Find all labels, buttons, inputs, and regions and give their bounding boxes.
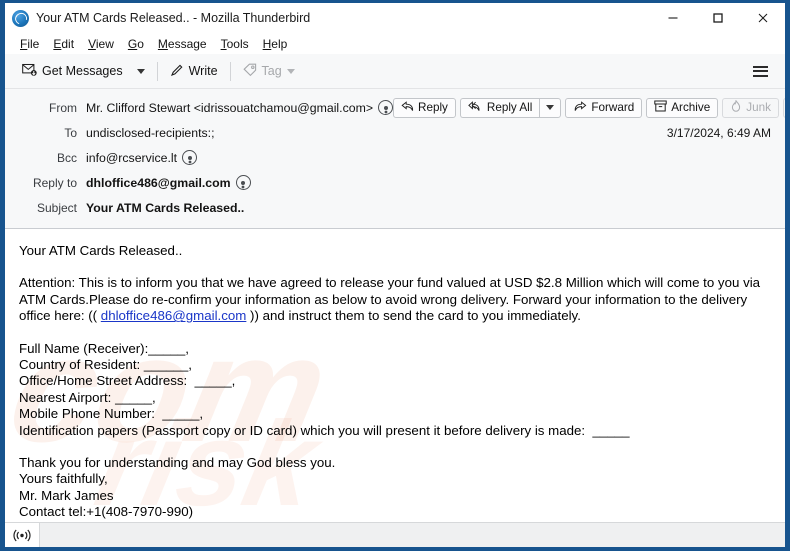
message-body: Your ATM Cards Released.. Attention: Thi… bbox=[5, 229, 785, 544]
menu-help[interactable]: Help bbox=[256, 35, 295, 53]
forward-label: Forward bbox=[591, 101, 635, 114]
inbox-download-icon bbox=[22, 63, 37, 80]
bcc-address: info@rcservice.lt bbox=[86, 150, 178, 165]
body-spacer-1 bbox=[19, 259, 771, 275]
reply-all-arrow-icon bbox=[468, 100, 483, 115]
reply-all-split-button: Reply All bbox=[459, 97, 562, 118]
get-messages-label: Get Messages bbox=[42, 64, 123, 78]
get-messages-dropdown[interactable] bbox=[130, 65, 152, 78]
status-bar bbox=[5, 522, 785, 547]
menu-message[interactable]: Message bbox=[151, 35, 214, 53]
header-row-reply-to: Reply to dhloffice486@gmail.com bbox=[5, 170, 785, 195]
body-paragraph-1-text-b: )) and instruct them to send the card to… bbox=[246, 308, 581, 324]
archive-label: Archive bbox=[671, 101, 711, 114]
header-row-subject: Subject Your ATM Cards Released.. bbox=[5, 195, 785, 220]
closing-line-2: Yours faithfully, bbox=[19, 471, 108, 487]
window-title: Your ATM Cards Released.. - Mozilla Thun… bbox=[36, 11, 311, 25]
broadcast-signal-icon[interactable] bbox=[5, 523, 40, 547]
main-toolbar: Get Messages Write Tag bbox=[5, 54, 785, 89]
message-header: From Mr. Clifford Stewart <idrissouatcha… bbox=[5, 89, 785, 229]
form-line-5: Mobile Phone Number: _____, bbox=[19, 406, 204, 422]
reply-to-label: Reply to bbox=[32, 175, 77, 190]
to-value: undisclosed-recipients:; bbox=[86, 125, 215, 140]
write-button[interactable]: Write bbox=[163, 59, 225, 84]
reply-arrow-icon bbox=[401, 100, 414, 115]
from-label: From bbox=[49, 100, 77, 115]
reply-to-value: dhloffice486@gmail.com bbox=[86, 175, 251, 190]
thunderbird-logo-icon bbox=[12, 9, 29, 27]
minimize-icon[interactable] bbox=[650, 3, 695, 33]
menu-tools[interactable]: Tools bbox=[214, 35, 256, 53]
closing-line-1: Thank you for understanding and may God … bbox=[19, 455, 336, 471]
junk-button[interactable]: Junk bbox=[722, 97, 779, 118]
header-row-bcc: Bcc info@rcservice.lt bbox=[5, 145, 785, 170]
chevron-down-icon bbox=[136, 68, 145, 74]
chevron-down-icon bbox=[546, 105, 555, 110]
closing-line-4: Contact tel:+1(408-7970-990) bbox=[19, 504, 194, 520]
menu-bar: File Edit View Go Message Tools Help bbox=[5, 33, 785, 54]
form-line-1: Full Name (Receiver):_____, bbox=[19, 340, 189, 356]
body-heading: Your ATM Cards Released.. bbox=[19, 243, 183, 258]
form-line-3: Office/Home Street Address: _____, bbox=[19, 373, 236, 389]
reply-all-label: Reply All bbox=[486, 101, 533, 114]
pencil-icon bbox=[170, 63, 184, 80]
subject-value: Your ATM Cards Released.. bbox=[86, 200, 245, 215]
toolbar-separator-2 bbox=[229, 61, 231, 81]
tag-icon bbox=[242, 63, 257, 80]
reply-label: Reply bbox=[418, 101, 448, 114]
tag-label: Tag bbox=[261, 64, 282, 78]
from-value: Mr. Clifford Stewart <idrissouatchamou@g… bbox=[86, 100, 393, 115]
form-line-2: Country of Resident: ______, bbox=[19, 357, 192, 373]
forward-button[interactable]: Forward bbox=[565, 97, 643, 118]
closing-line-3: Mr. Mark James bbox=[19, 487, 114, 503]
title-bar: Your ATM Cards Released.. - Mozilla Thun… bbox=[5, 3, 785, 33]
body-spacer-3 bbox=[19, 439, 771, 455]
maximize-icon[interactable] bbox=[695, 3, 740, 33]
menu-view[interactable]: View bbox=[81, 35, 121, 53]
bcc-label: Bcc bbox=[56, 150, 77, 165]
body-paragraph-1: Attention: This is to inform you that we… bbox=[19, 275, 771, 324]
reply-to-address: dhloffice486@gmail.com bbox=[86, 175, 231, 190]
header-row-to: To undisclosed-recipients:; 3/17/2024, 6… bbox=[5, 120, 785, 145]
junk-label: Junk bbox=[746, 101, 771, 114]
bcc-value: info@rcservice.lt bbox=[86, 150, 198, 165]
window-controls bbox=[650, 3, 785, 33]
subject-label: Subject bbox=[36, 200, 77, 215]
contact-badge-icon[interactable] bbox=[235, 175, 251, 190]
menu-file[interactable]: File bbox=[13, 35, 46, 53]
close-icon[interactable] bbox=[740, 3, 785, 33]
delete-button[interactable]: Delete bbox=[782, 97, 785, 118]
menu-go[interactable]: Go bbox=[121, 35, 151, 53]
write-label: Write bbox=[188, 64, 218, 78]
form-line-6: Identification papers (Passport copy or … bbox=[19, 422, 630, 438]
reply-all-dropdown[interactable] bbox=[539, 97, 562, 118]
window-inner: PCr com risk Your ATM Cards Released.. -… bbox=[5, 3, 785, 547]
to-label: To bbox=[64, 125, 77, 140]
contact-badge-icon[interactable] bbox=[182, 150, 198, 165]
from-address: Mr. Clifford Stewart <idrissouatchamou@g… bbox=[86, 100, 373, 115]
archive-box-icon bbox=[654, 100, 667, 115]
junk-flame-icon bbox=[730, 99, 742, 115]
header-row-from: From Mr. Clifford Stewart <idrissouatcha… bbox=[5, 95, 785, 120]
contact-badge-icon[interactable] bbox=[378, 100, 393, 115]
hamburger-menu-icon[interactable] bbox=[748, 60, 773, 83]
tag-button[interactable]: Tag bbox=[236, 59, 302, 84]
body-spacer-2 bbox=[19, 325, 771, 341]
archive-button[interactable]: Archive bbox=[646, 97, 719, 118]
reply-all-button[interactable]: Reply All bbox=[459, 97, 540, 118]
email-link-body[interactable]: dhloffice486@gmail.com bbox=[101, 308, 247, 323]
form-line-4: Nearest Airport: _____, bbox=[19, 389, 156, 405]
toolbar-separator-1 bbox=[156, 61, 158, 81]
forward-arrow-icon bbox=[573, 100, 587, 115]
chevron-down-icon bbox=[286, 68, 295, 74]
thunderbird-window: PCr com risk Your ATM Cards Released.. -… bbox=[0, 0, 790, 551]
message-date: 3/17/2024, 6:49 AM bbox=[666, 125, 771, 140]
menu-edit[interactable]: Edit bbox=[46, 35, 81, 53]
get-messages-button[interactable]: Get Messages bbox=[15, 59, 130, 84]
reply-button[interactable]: Reply bbox=[393, 97, 456, 118]
message-action-buttons: Reply Reply All Forward Archive Junk bbox=[393, 97, 785, 118]
